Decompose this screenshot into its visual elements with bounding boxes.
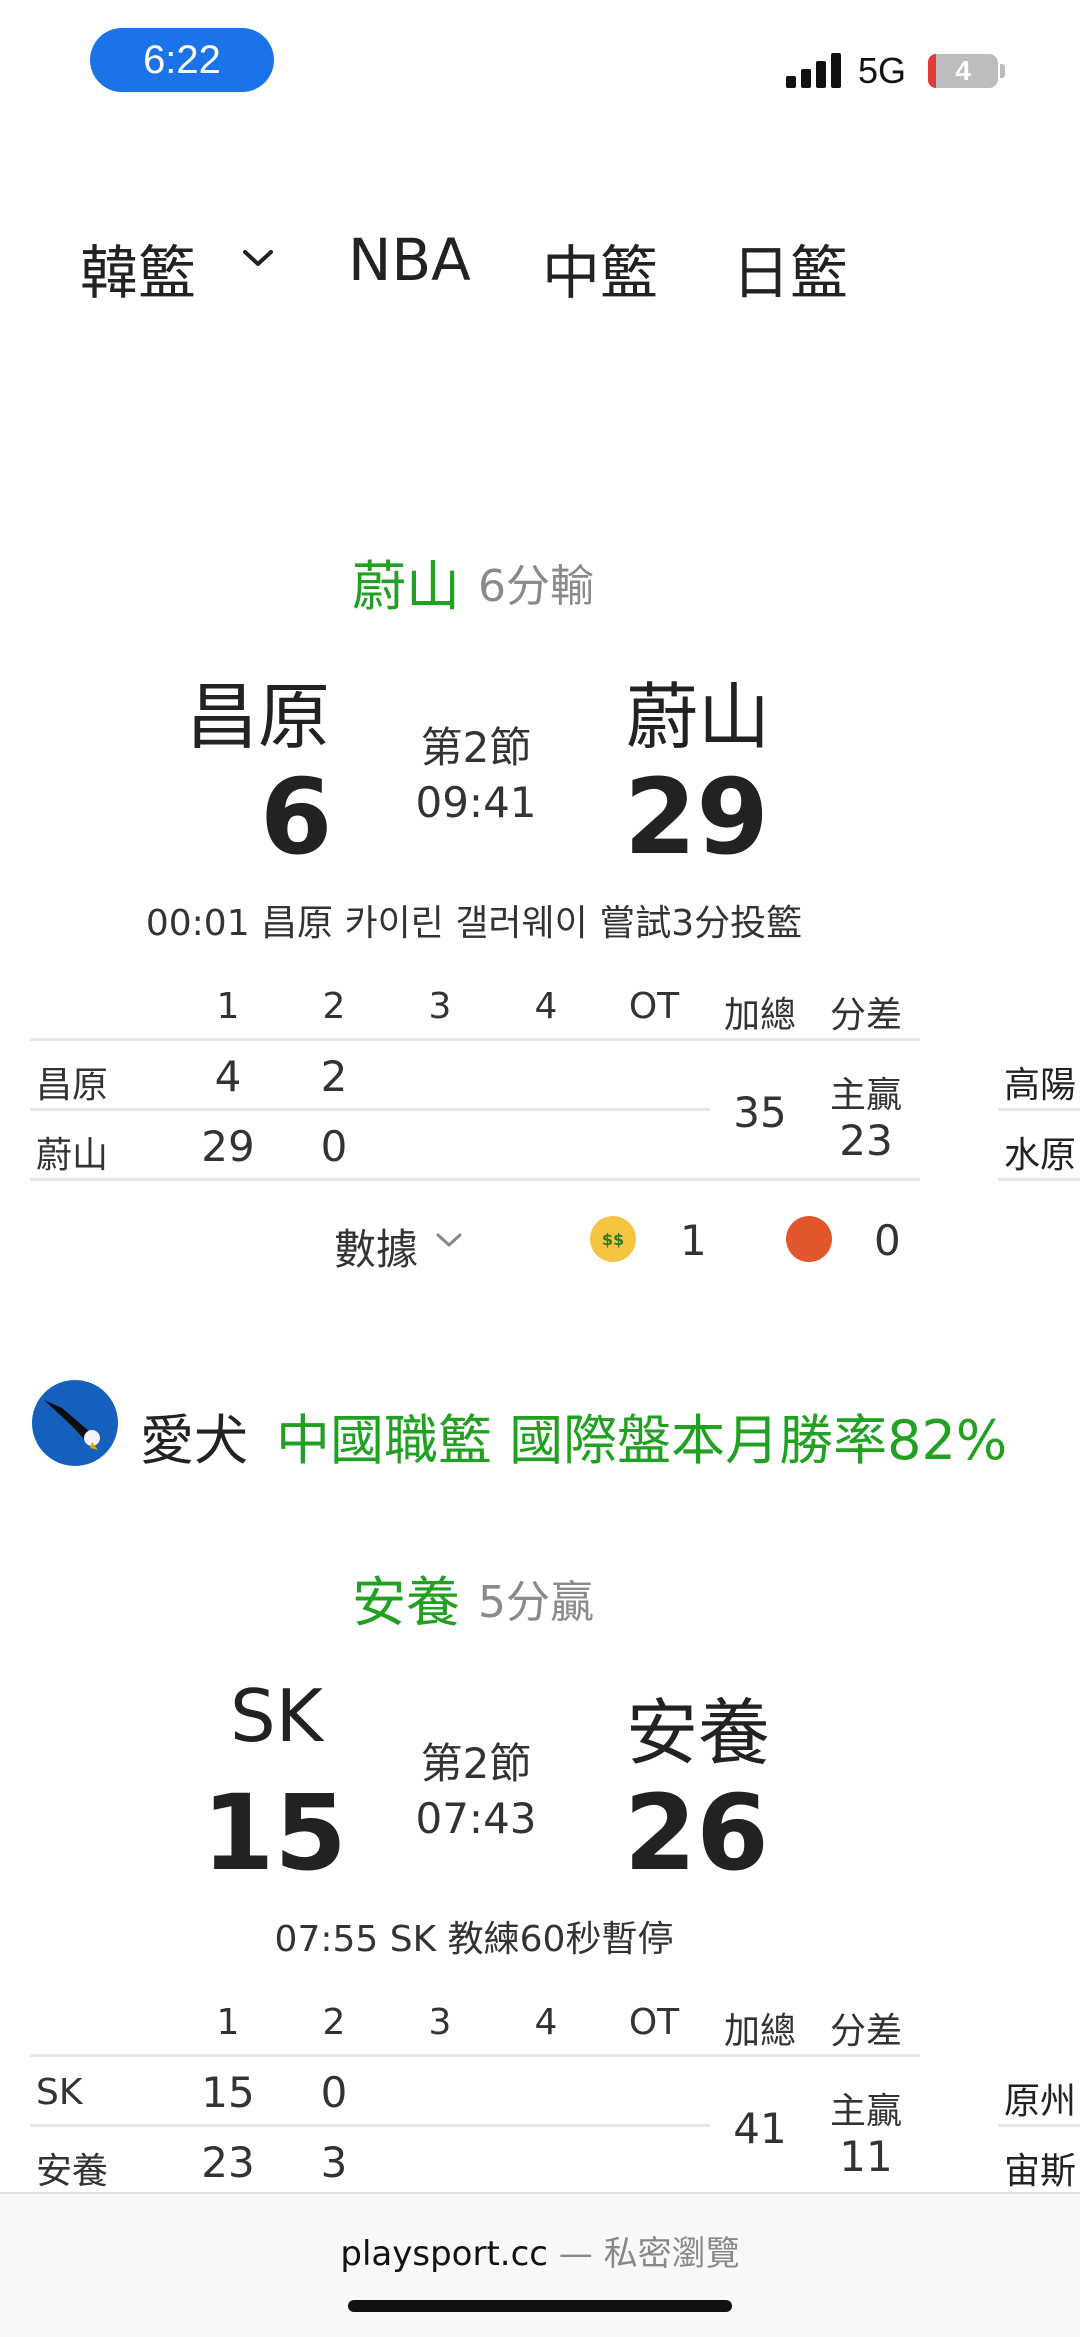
col-header-q1: 1 (216, 986, 240, 1027)
home-score: 29 (624, 756, 769, 878)
col-header-q2: 2 (322, 2002, 346, 2043)
adjacent-team: 水原 (1004, 1135, 1077, 1176)
row-q2: 0 (320, 1122, 348, 1171)
adjacent-team: 原州 (1004, 2081, 1077, 2122)
private-mode-label: 私密瀏覽 (603, 2234, 740, 2274)
battery-level: 4 (955, 55, 971, 86)
author-name[interactable]: 愛犬 (140, 1396, 248, 1475)
row-q1: 29 (201, 1122, 255, 1171)
divider (30, 1178, 920, 1181)
total-score: 41 (733, 2104, 787, 2153)
divider (30, 2054, 920, 2057)
divider (30, 2124, 710, 2127)
leader-team: 蔚山 (352, 555, 460, 618)
game-clock: 07:43 (415, 1794, 537, 1843)
battery-tip (1000, 64, 1005, 78)
divider (998, 2124, 1080, 2127)
diff-value: 23 (839, 1116, 893, 1165)
leader-note: 5分贏 (478, 1577, 594, 1628)
money-count: 1 (680, 1216, 707, 1265)
row-q1: 15 (201, 2068, 255, 2117)
divider (998, 1178, 1080, 1181)
period-label: 第2節 (420, 723, 532, 772)
status-time: 6:22 (90, 28, 274, 92)
angry-count: 0 (874, 1216, 901, 1265)
col-header-q3: 3 (428, 986, 452, 1027)
tab-japan[interactable]: 日籃 (732, 226, 848, 310)
last-play: 00:01 昌原 카이린 갤러웨이 嘗試3分投籃 (145, 903, 803, 944)
total-score: 35 (733, 1088, 787, 1137)
signal-icon (786, 52, 846, 88)
diff-value: 11 (839, 2132, 893, 2181)
col-header-diff: 分差 (829, 995, 902, 1036)
diff-label: 主贏 (829, 1075, 902, 1116)
game-clock: 09:41 (415, 778, 537, 827)
promo-text[interactable]: 中國職籃 國際盤本月勝率82% (276, 1396, 1007, 1475)
angry-face-icon[interactable] (786, 1216, 832, 1262)
col-header-total: 加總 (723, 995, 796, 1036)
diff-label: 主贏 (829, 2091, 902, 2132)
money-face-icon[interactable]: $$ (590, 1216, 636, 1262)
row-team: 昌原 (36, 1065, 109, 1106)
tab-korea[interactable]: 韓籃 (80, 226, 196, 310)
divider (30, 1108, 710, 1111)
row-q1: 23 (201, 2138, 255, 2187)
last-play: 07:55 SK 教練60秒暫停 (274, 1919, 674, 1960)
chevron-down-icon[interactable] (240, 246, 276, 270)
col-header-ot: OT (628, 986, 680, 1027)
row-q1: 4 (214, 1052, 242, 1101)
away-team-name: 昌原 (186, 675, 331, 759)
row-team: 蔚山 (36, 1135, 109, 1176)
tab-china[interactable]: 中籃 (542, 226, 658, 310)
away-score: 15 (202, 1772, 347, 1894)
stats-toggle-label[interactable]: 數據 (334, 1216, 418, 1277)
row-team: SK (36, 2072, 83, 2113)
col-header-total: 加總 (723, 2011, 796, 2052)
divider (998, 1108, 1080, 1111)
battery-icon: 4 (928, 54, 998, 88)
eagle-icon (44, 1400, 100, 1450)
col-header-q4: 4 (534, 2002, 558, 2043)
row-q2: 3 (320, 2138, 348, 2187)
address-domain: playsport.cc (340, 2234, 548, 2274)
chevron-down-icon[interactable] (434, 1230, 464, 1250)
divider (30, 1038, 920, 1041)
home-team-name: 蔚山 (626, 675, 771, 759)
network-label: 5G (858, 50, 907, 91)
row-q2: 0 (320, 2068, 348, 2117)
away-team-name: SK (230, 1674, 323, 1758)
col-header-ot: OT (628, 2002, 680, 2043)
row-q2: 2 (320, 1052, 348, 1101)
address-separator: — (558, 2234, 593, 2274)
tab-nba[interactable]: NBA (348, 226, 471, 294)
home-team-name: 安養 (626, 1691, 771, 1775)
period-label: 第2節 (420, 1739, 532, 1788)
leader-team: 安養 (352, 1571, 460, 1634)
adjacent-team: 宙斯 (1004, 2151, 1077, 2192)
home-indicator[interactable] (348, 2300, 732, 2312)
home-score: 26 (624, 1772, 769, 1894)
row-team: 安養 (36, 2151, 109, 2192)
leader-note: 6分輸 (478, 561, 594, 612)
col-header-q3: 3 (428, 2002, 452, 2043)
author-avatar[interactable] (32, 1380, 118, 1466)
address-bar[interactable]: playsport.cc — 私密瀏覽 (0, 2226, 1080, 2275)
col-header-q1: 1 (216, 2002, 240, 2043)
col-header-q4: 4 (534, 986, 558, 1027)
col-header-q2: 2 (322, 986, 346, 1027)
adjacent-team: 高陽 (1004, 1065, 1077, 1106)
col-header-diff: 分差 (829, 2011, 902, 2052)
away-score: 6 (260, 756, 333, 878)
